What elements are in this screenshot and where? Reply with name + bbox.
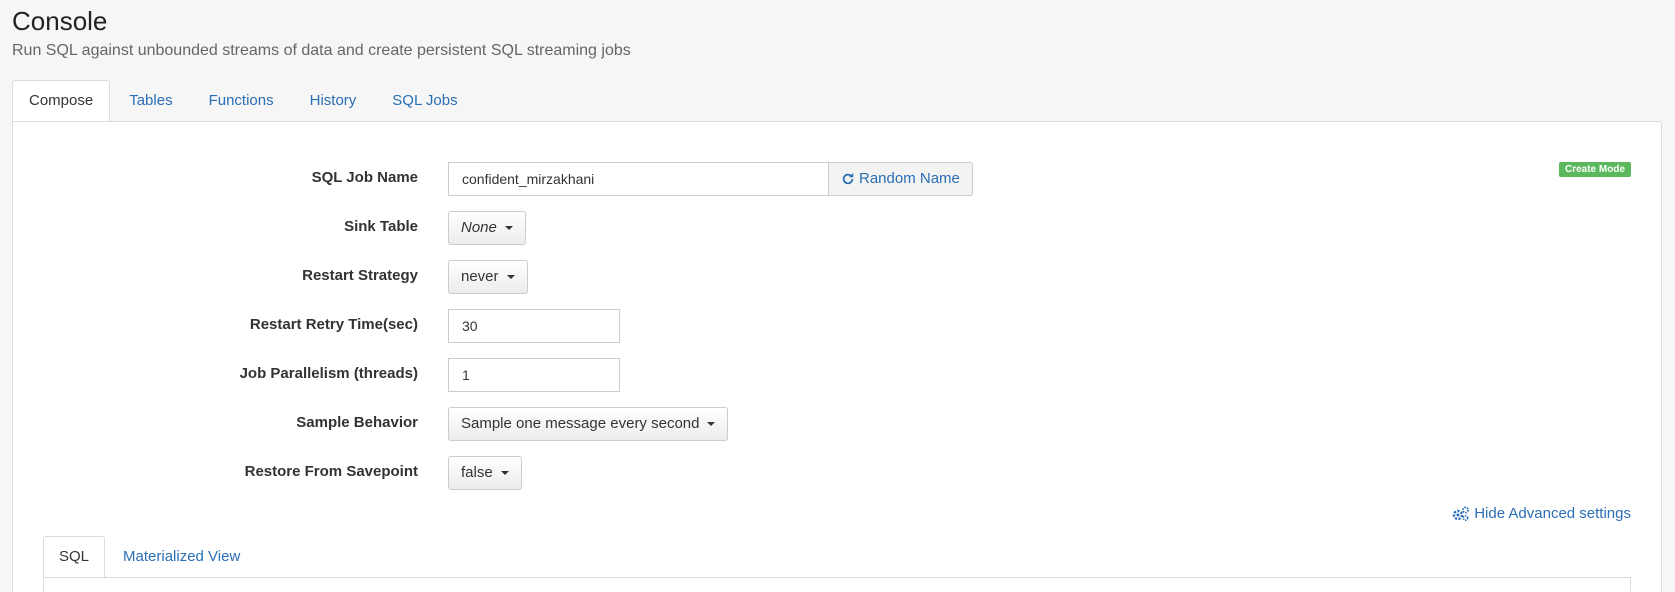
sample-behavior-dropdown[interactable]: Sample one message every second bbox=[448, 407, 729, 441]
parallelism-label: Job Parallelism (threads) bbox=[239, 365, 418, 382]
tab-compose[interactable]: Compose bbox=[12, 80, 111, 124]
sample-behavior-value: Sample one message every second bbox=[461, 415, 700, 432]
caret-down-icon bbox=[707, 422, 716, 426]
hide-advanced-settings-link[interactable]: Hide Advanced settings bbox=[1452, 505, 1631, 522]
tab-materialized-view[interactable]: Materialized View bbox=[107, 536, 256, 578]
restart-strategy-control: never bbox=[448, 260, 528, 294]
tab-sql[interactable]: SQL bbox=[43, 536, 106, 580]
tab-sql-jobs[interactable]: SQL Jobs bbox=[375, 80, 474, 121]
page-subtitle: Run SQL against unbounded streams of dat… bbox=[12, 42, 631, 59]
create-mode-badge: Create Mode bbox=[1558, 162, 1631, 177]
restart-strategy-value: never bbox=[461, 268, 499, 285]
sink-table-control: None bbox=[448, 211, 526, 245]
job-name-label: SQL Job Name bbox=[311, 169, 418, 186]
caret-down-icon bbox=[500, 471, 509, 475]
sink-table-value: None bbox=[461, 219, 497, 236]
main-tabs: Compose Tables Functions History SQL Job… bbox=[12, 80, 477, 124]
random-name-button[interactable]: Random Name bbox=[829, 162, 973, 196]
sql-editor-panel bbox=[43, 577, 1631, 592]
page-title: Console bbox=[12, 6, 108, 36]
gears-icon bbox=[1453, 506, 1470, 521]
restore-savepoint-dropdown[interactable]: false bbox=[448, 456, 522, 490]
parallelism-input[interactable]: 1 bbox=[448, 358, 620, 392]
restore-savepoint-value: false bbox=[461, 464, 493, 481]
sink-table-label: Sink Table bbox=[344, 218, 418, 235]
compose-panel: Create Mode SQL Job Name confident_mirza… bbox=[12, 121, 1662, 592]
restart-retry-label: Restart Retry Time(sec) bbox=[249, 316, 418, 333]
refresh-icon bbox=[842, 172, 854, 185]
tab-functions[interactable]: Functions bbox=[192, 80, 291, 121]
sink-table-dropdown[interactable]: None bbox=[448, 211, 526, 245]
sample-behavior-control: Sample one message every second bbox=[448, 407, 729, 441]
restore-savepoint-label: Restore From Savepoint bbox=[244, 463, 418, 480]
caret-down-icon bbox=[504, 226, 513, 230]
editor-tabs: SQL Materialized View bbox=[43, 536, 258, 580]
restart-strategy-dropdown[interactable]: never bbox=[448, 260, 528, 294]
restart-retry-input[interactable]: 30 bbox=[448, 309, 620, 343]
restore-savepoint-control: false bbox=[448, 456, 522, 490]
job-name-input[interactable]: confident_mirzakhani bbox=[448, 162, 829, 196]
sample-behavior-label: Sample Behavior bbox=[296, 414, 418, 431]
console-page: Console Run SQL against unbounded stream… bbox=[0, 0, 1675, 592]
random-name-label: Random Name bbox=[859, 170, 960, 187]
restart-strategy-label: Restart Strategy bbox=[302, 267, 418, 284]
caret-down-icon bbox=[506, 275, 515, 279]
parallelism-control: 1 bbox=[448, 358, 620, 392]
hide-advanced-settings-label: Hide Advanced settings bbox=[1474, 505, 1631, 522]
tab-tables[interactable]: Tables bbox=[112, 80, 189, 121]
job-name-group: confident_mirzakhani Random Name bbox=[448, 162, 973, 196]
restart-retry-control: 30 bbox=[448, 309, 620, 343]
tab-history[interactable]: History bbox=[293, 80, 374, 121]
